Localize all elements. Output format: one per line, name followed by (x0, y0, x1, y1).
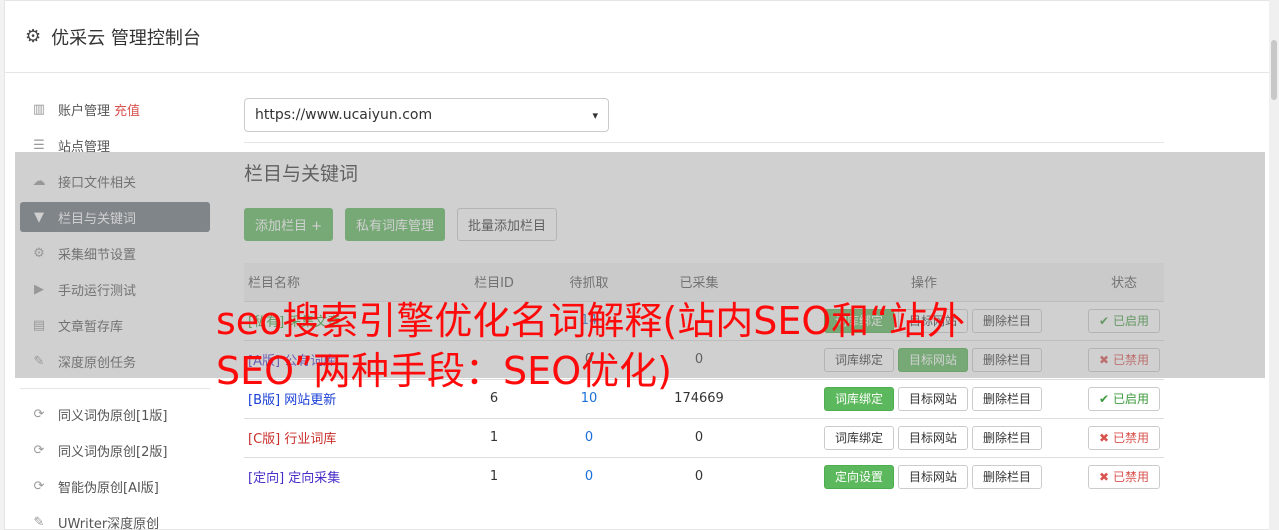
row-name[interactable]: 行业词库 (284, 432, 336, 447)
site-select[interactable]: https://www.ucaiyun.com ▾ (244, 98, 609, 132)
close-icon: ✖ (1099, 469, 1110, 484)
article-title-banner: seo搜索引擎优化名词解释(站内SEO和“站外SEO”两种手段：SEO优化) (216, 299, 965, 393)
status-toggle[interactable]: ✔ 已启用 (1088, 386, 1160, 411)
sidebar-divider (20, 388, 210, 389)
site-select-value: https://www.ucaiyun.com (255, 107, 433, 123)
row-wait: 0 (584, 469, 594, 485)
row-id: 1 (489, 469, 499, 485)
row-prefix: [C版] (248, 432, 281, 447)
refresh-icon: ⟳ (33, 406, 45, 422)
status-label: 已禁用 (1112, 431, 1149, 445)
edit-icon: ✎ (33, 514, 45, 530)
gear-icon: ⚙ (25, 26, 42, 47)
sidebar-item-label: 账户管理 (58, 103, 111, 119)
row-prefix: [定向] (248, 471, 285, 487)
status-label: 已启用 (1112, 392, 1149, 406)
delete-column-button[interactable]: 删除栏目 (972, 464, 1043, 489)
recharge-link[interactable]: 充值 (114, 100, 140, 119)
sidebar-item-ai-rewrite[interactable]: ⟳ 智能伪原创[AI版] (20, 471, 210, 501)
divider (244, 142, 1164, 143)
sidebar-item-label: 同义词伪原创[1版] (58, 408, 168, 424)
bar-chart-icon: ▥ (32, 101, 46, 117)
table-row: [C版] 行业词库 1 0 0 词库绑定 目标网站 删除栏目 ✖ 已禁用 (244, 418, 1164, 457)
check-icon: ✔ (1099, 391, 1110, 406)
sidebar-item-label: 同义词伪原创[2版] (58, 444, 168, 460)
sidebar-item-synonym-v2[interactable]: ⟳ 同义词伪原创[2版] (20, 435, 210, 465)
row-name[interactable]: 定向采集 (288, 471, 340, 486)
server-icon: ☰ (33, 137, 45, 153)
page-title: 优采云 管理控制台 (51, 27, 201, 49)
status-label: 已禁用 (1112, 470, 1149, 485)
scrollbar[interactable] (1269, 0, 1279, 530)
sidebar-item-synonym-v1[interactable]: ⟳ 同义词伪原创[1版] (20, 399, 210, 429)
target-site-button[interactable]: 目标网站 (898, 425, 969, 450)
chevron-down-icon: ▾ (592, 108, 598, 122)
target-site-button[interactable]: 目标网站 (898, 464, 969, 489)
delete-column-button[interactable]: 删除栏目 (972, 425, 1043, 450)
scrollbar-thumb[interactable] (1271, 40, 1277, 100)
bind-lib-button[interactable]: 词库绑定 (824, 425, 895, 450)
close-icon: ✖ (1099, 430, 1110, 445)
page-header: ⚙ 优采云 管理控制台 (5, 1, 1274, 73)
refresh-icon: ⟳ (33, 478, 45, 494)
status-toggle[interactable]: ✖ 已禁用 (1088, 464, 1160, 489)
row-wait: 0 (584, 430, 594, 445)
sidebar-item-uwriter[interactable]: ✎ UWriter深度原创 (20, 507, 210, 530)
sidebar-item-label: UWriter深度原创 (58, 516, 160, 530)
row-done: 0 (694, 430, 704, 445)
row-done: 0 (694, 469, 704, 485)
row-id: 1 (489, 430, 499, 445)
refresh-icon: ⟳ (33, 442, 45, 458)
status-toggle[interactable]: ✖ 已禁用 (1088, 425, 1160, 450)
sidebar-item-account[interactable]: ▥ 账户管理 充值 (20, 94, 210, 124)
directed-settings-button[interactable]: 定向设置 (824, 464, 895, 489)
table-row: [定向] 定向采集 1 0 0 定向设置 目标网站 删除栏目 ✖ 已禁用 (244, 457, 1164, 496)
sidebar-item-label: 智能伪原创[AI版] (58, 480, 159, 496)
